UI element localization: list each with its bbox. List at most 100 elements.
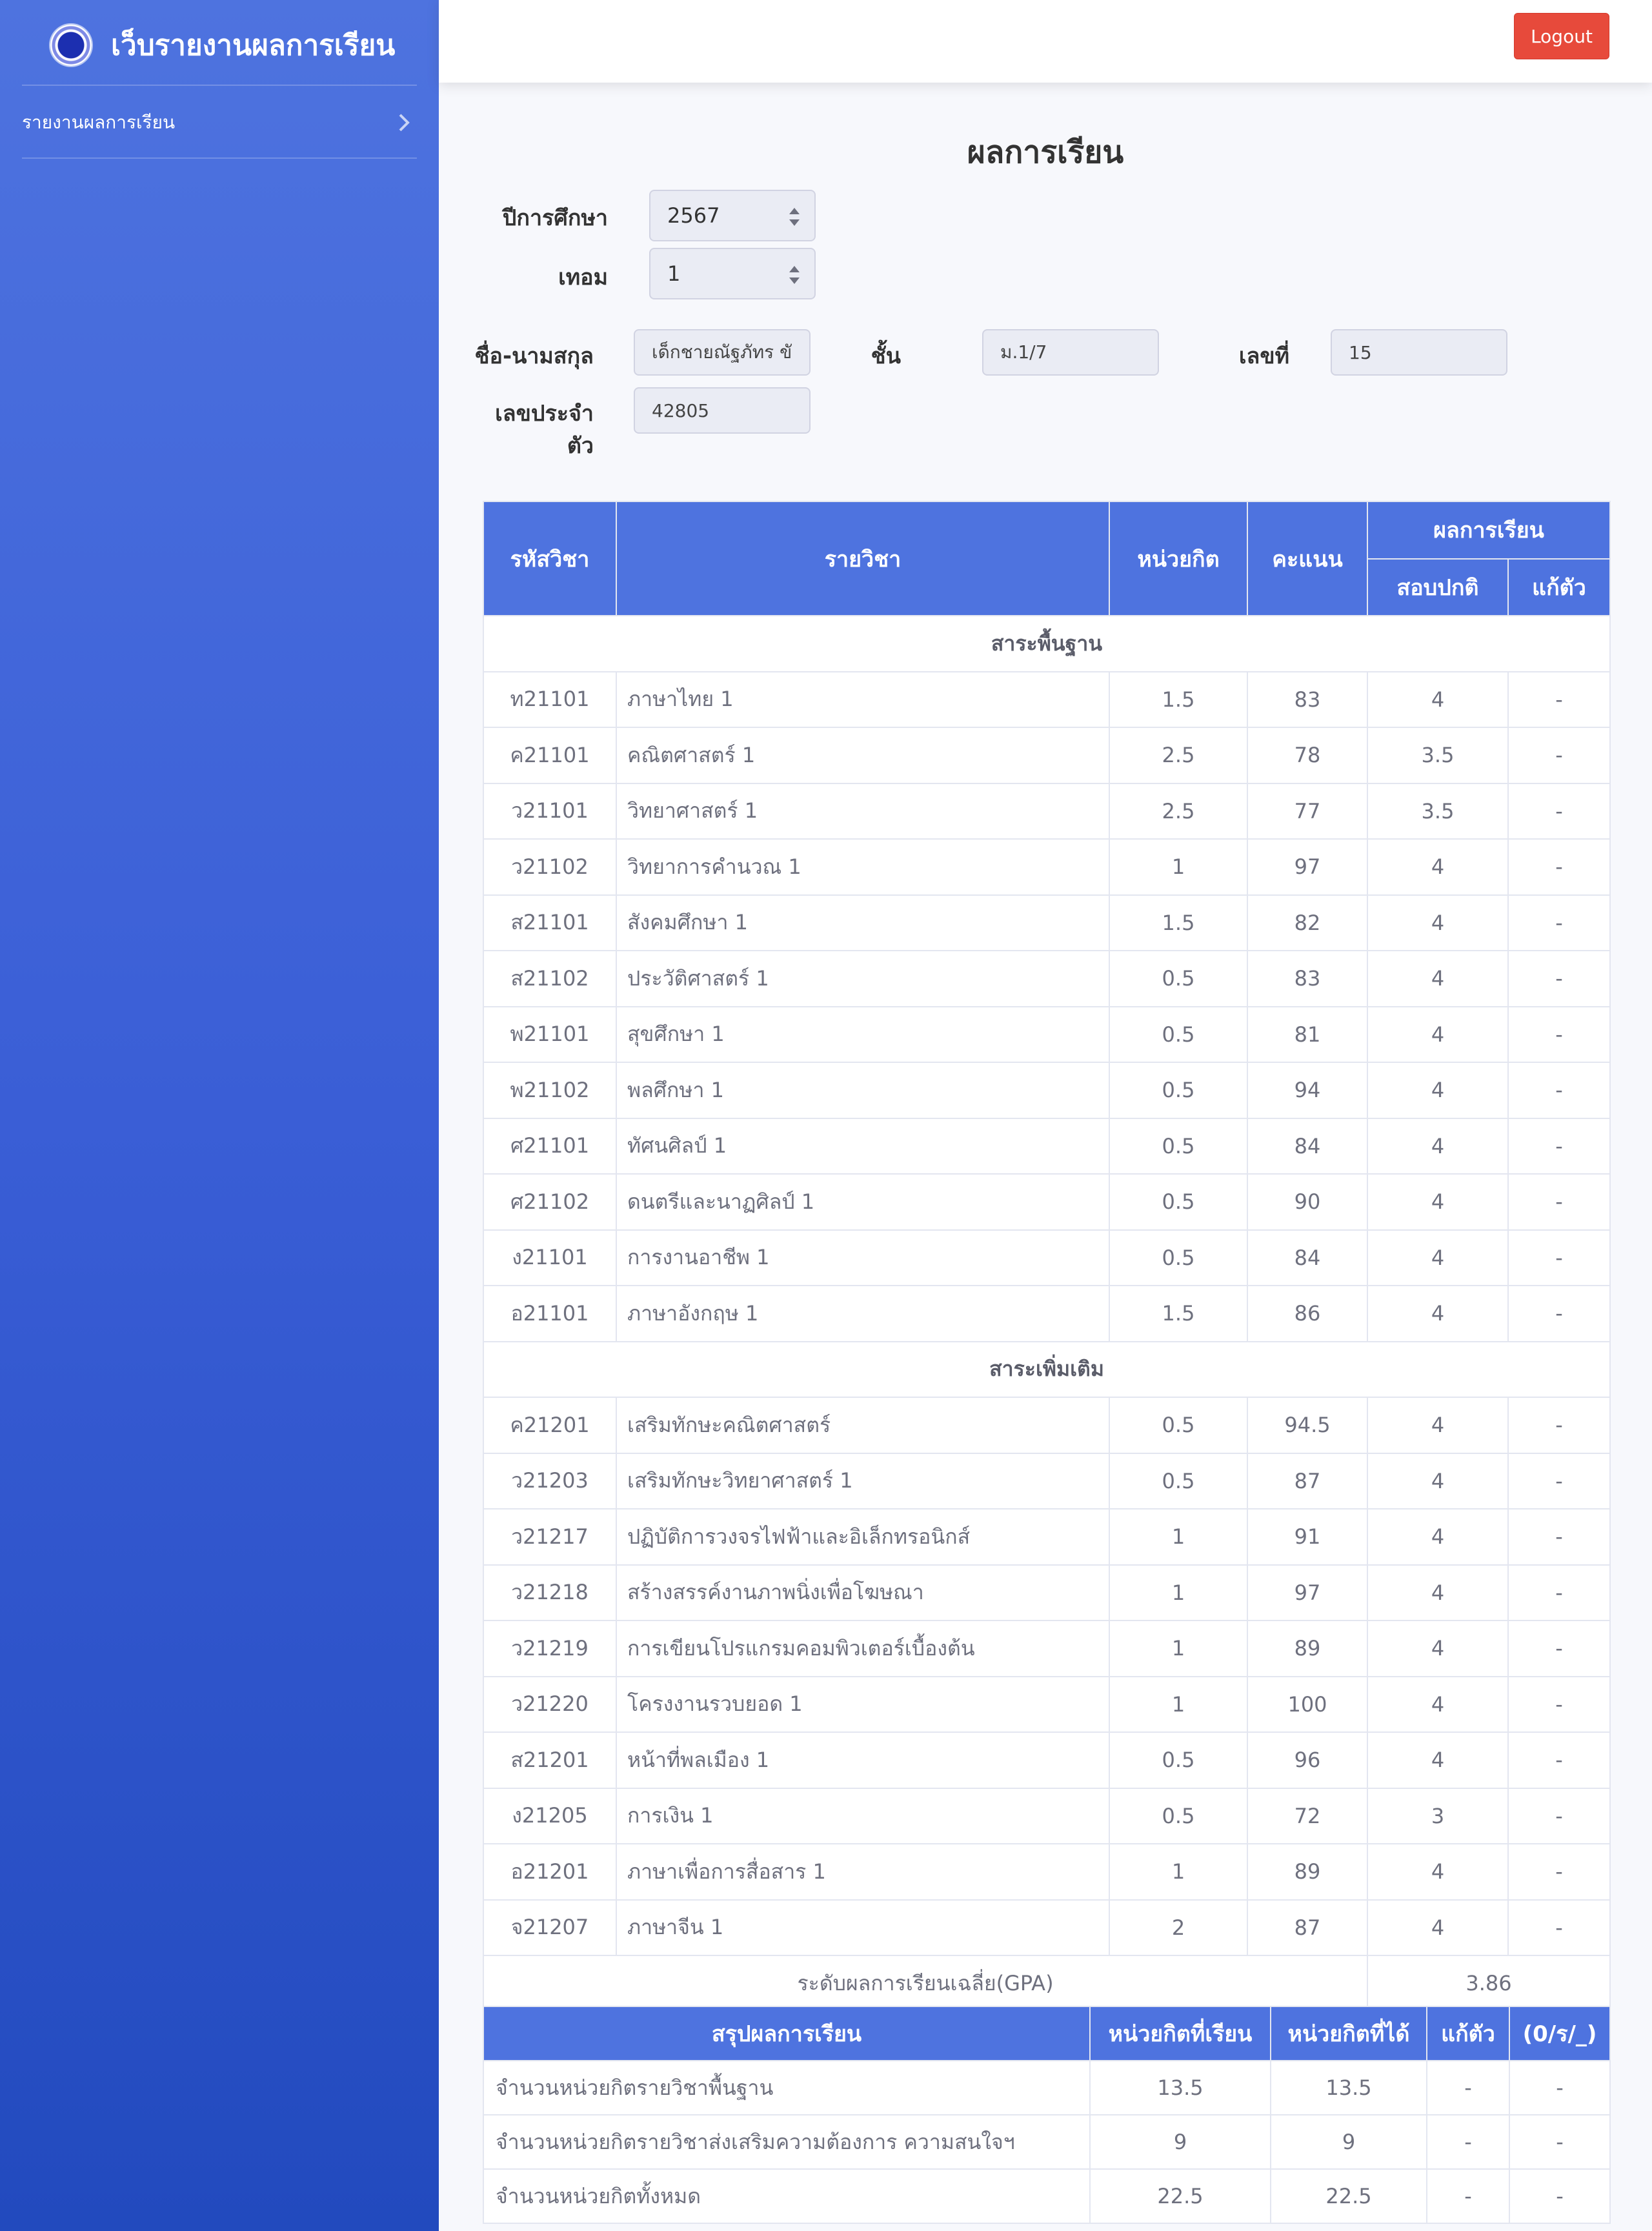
term-select[interactable]: 1 [649, 248, 816, 299]
cell-subject: ภาษาอังกฤษ 1 [616, 1285, 1110, 1342]
table-row: ว21217 ปฏิบัติการวงจรไฟฟ้าและอิเล็กทรอนิก… [483, 1508, 1611, 1566]
term-label: เทอม [558, 265, 608, 290]
cell-score: 86 [1247, 1285, 1368, 1342]
table-row: ว21102 วิทยาการคำนวณ 1 1 97 4- [483, 838, 1611, 896]
cell-fix: - [1507, 950, 1611, 1007]
cell-grade: 4 [1367, 838, 1509, 896]
results-body: สาระพื้นฐาน ท21101 ภาษาไทย 1 1.5 83 4- ค21101 ค… [483, 615, 1611, 2012]
cell-fix: - [1507, 1508, 1611, 1566]
logout-button[interactable]: Logout [1514, 13, 1609, 59]
number-field: 15 [1331, 329, 1507, 376]
sidebar-divider [22, 157, 417, 159]
table-row: จ21207 ภาษาจีน 1 2 87 4- [483, 1899, 1611, 1956]
year-select[interactable]: 2567 [649, 190, 816, 241]
summary-label: จำนวนหน่วยกิตรายวิชาส่งเสริมความต้องการ … [483, 2114, 1091, 2170]
cell-credit: 1 [1109, 1620, 1248, 1677]
cell-credit: 1 [1109, 1508, 1248, 1566]
cell-fix: - [1507, 1005, 1611, 1063]
summary-label: จำนวนหน่วยกิตทั้งหมด [483, 2168, 1091, 2224]
header-code: รหัสวิชา [483, 501, 617, 616]
class-field: ม.1/7 [982, 329, 1159, 376]
cell-fix: - [1507, 1285, 1611, 1342]
cell-credit: 1 [1109, 1843, 1248, 1901]
cell-score: 84 [1247, 1229, 1368, 1286]
select-arrows-icon [789, 266, 800, 284]
school-logo-icon [50, 25, 92, 66]
summary-body: จำนวนหน่วยกิตรายวิชาพื้นฐาน 13.5 13.5- - จำน… [483, 2060, 1611, 2224]
cell-subject: สังคมศึกษา 1 [616, 894, 1110, 951]
cell-subject: พลศึกษา 1 [616, 1062, 1110, 1119]
cell-code: ส21201 [483, 1731, 617, 1789]
table-row: อ21101 ภาษาอังกฤษ 1 1.5 86 4- [483, 1285, 1611, 1342]
chevron-right-icon [399, 114, 410, 132]
cell-fix: - [1507, 1731, 1611, 1789]
cell-fix: - [1507, 838, 1611, 896]
table-row: ว21220 โครงงานรวบยอด 1 1 100 4- [483, 1675, 1611, 1733]
cell-subject: ปฏิบัติการวงจรไฟฟ้าและอิเล็กทรอนิกส์ [616, 1508, 1110, 1566]
sidebar-item-report[interactable]: รายงานผลการเรียน [22, 97, 417, 148]
table-row: ง21101 การงานอาชีพ 1 0.5 84 4- [483, 1229, 1611, 1286]
table-row: พ21101 สุขศึกษา 1 0.5 81 4- [483, 1005, 1611, 1063]
brand[interactable]: เว็บรายงานผลการเรียน [50, 13, 395, 77]
cell-subject: เสริมทักษะคณิตศาสตร์ [616, 1397, 1110, 1454]
cell-status: - [1509, 2114, 1611, 2170]
table-row: ค21201 เสริมทักษะคณิตศาสตร์ 0.5 94.5 4- [483, 1397, 1611, 1454]
summary-row: จำนวนหน่วยกิตรายวิชาส่งเสริมความต้องการ … [483, 2114, 1611, 2170]
cell-credit: 1.5 [1109, 894, 1248, 951]
cell-code: ง21205 [483, 1787, 617, 1844]
summary-row: จำนวนหน่วยกิตรายวิชาพื้นฐาน 13.5 13.5- - [483, 2060, 1611, 2115]
cell-grade: 3.5 [1367, 727, 1509, 784]
table-row: ว21203 เสริมทักษะวิทยาศาสตร์ 1 0.5 87 4- [483, 1452, 1611, 1509]
cell-score: 78 [1247, 727, 1368, 784]
cell-status: - [1509, 2060, 1611, 2115]
summary-row: จำนวนหน่วยกิตทั้งหมด 22.5 22.5- - [483, 2168, 1611, 2224]
cell-code: ส21102 [483, 950, 617, 1007]
app-title: เว็บรายงานผลการเรียน [111, 29, 396, 62]
header-normal: สอบปกติ [1367, 558, 1509, 616]
cell-fix: - [1507, 894, 1611, 951]
credits-registered: 22.5 [1089, 2168, 1271, 2224]
sidebar: เว็บรายงานผลการเรียน รายงานผลการเรียน [0, 0, 439, 2231]
term-select-value: 1 [667, 261, 681, 286]
cell-credit: 0.5 [1109, 1005, 1248, 1063]
gpa-value: 3.86 [1367, 1955, 1611, 2012]
cell-subject: ภาษาจีน 1 [616, 1899, 1110, 1956]
table-row: อ21201 ภาษาเพื่อการสื่อสาร 1 1 89 4- [483, 1843, 1611, 1901]
cell-credit: 1 [1109, 1675, 1248, 1733]
cell-code: ค21101 [483, 727, 617, 784]
table-row: ท21101 ภาษาไทย 1 1.5 83 4- [483, 671, 1611, 728]
cell-code: ศ21101 [483, 1117, 617, 1175]
cell-subject: ภาษาเพื่อการสื่อสาร 1 [616, 1843, 1110, 1901]
cell-credit: 0.5 [1109, 1787, 1248, 1844]
cell-code: พ21102 [483, 1062, 617, 1119]
cell-grade: 4 [1367, 1285, 1509, 1342]
cell-code: พ21101 [483, 1005, 617, 1063]
cell-grade: 4 [1367, 1731, 1509, 1789]
cell-code: ว21102 [483, 838, 617, 896]
cell-score: 89 [1247, 1843, 1368, 1901]
cell-subject: โครงงานรวบยอด 1 [616, 1675, 1110, 1733]
cell-subject: หน้าที่พลเมือง 1 [616, 1731, 1110, 1789]
topbar: Logout [439, 0, 1652, 83]
cell-score: 94 [1247, 1062, 1368, 1119]
cell-code: ว21101 [483, 782, 617, 840]
cell-grade: 4 [1367, 671, 1509, 728]
cell-score: 96 [1247, 1731, 1368, 1789]
results-table: รหัสวิชา รายวิชา หน่วยกิต คะแนน ผลการเรี… [483, 501, 1611, 2012]
student-id-field: 42805 [634, 387, 811, 434]
cell-subject: ประวัติศาสตร์ 1 [616, 950, 1110, 1007]
cell-subject: สร้างสรรค์งานภาพนิ่งเพื่อโฆษณา [616, 1564, 1110, 1621]
header-credit: หน่วยกิต [1109, 501, 1248, 616]
number-label: เลขที่ [1238, 343, 1289, 369]
credits-registered: 9 [1089, 2114, 1271, 2170]
table-row: ง21205 การเงิน 1 0.5 72 3- [483, 1787, 1611, 1844]
cell-score: 81 [1247, 1005, 1368, 1063]
cell-fix: - [1507, 1397, 1611, 1454]
name-label: ชื่อ-นามสกุล [474, 343, 594, 369]
cell-grade: 4 [1367, 1675, 1509, 1733]
cell-code: ว21217 [483, 1508, 617, 1566]
cell-fix: - [1507, 1564, 1611, 1621]
header-fix: แก้ตัว [1507, 558, 1611, 616]
table-row: ว21218 สร้างสรรค์งานภาพนิ่งเพื่อโฆษณา 1 97 4… [483, 1564, 1611, 1621]
cell-grade: 4 [1367, 1452, 1509, 1509]
